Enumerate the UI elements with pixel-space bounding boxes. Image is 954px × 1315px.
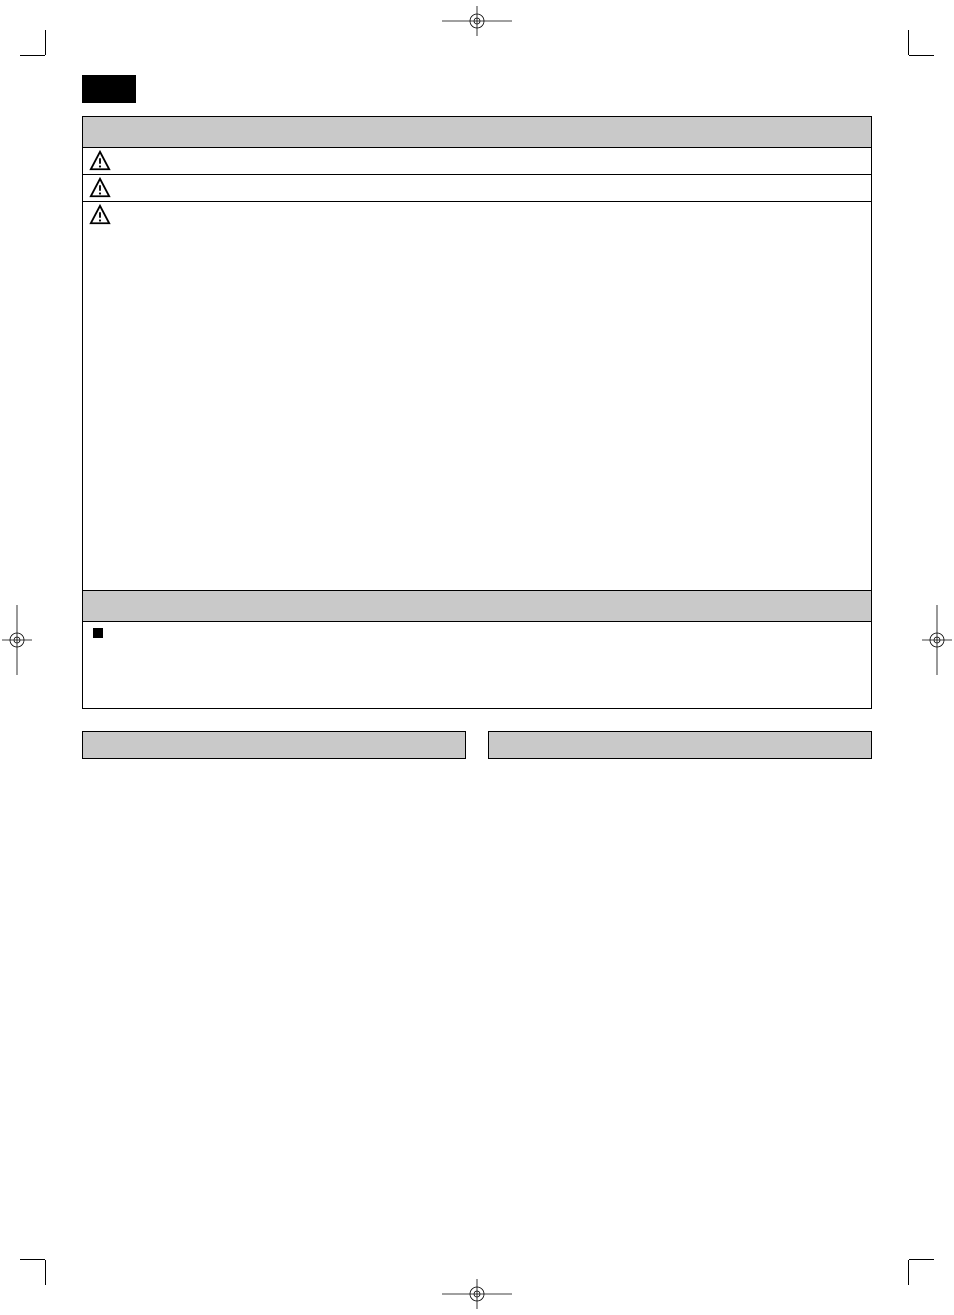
column-body <box>488 759 872 781</box>
section-heading <box>83 591 871 622</box>
crop-mark <box>45 1260 46 1285</box>
crop-mark <box>908 1260 909 1285</box>
column-heading <box>82 731 466 759</box>
registration-mark-icon <box>442 6 512 36</box>
crop-mark <box>909 55 934 56</box>
page-tab <box>82 75 136 103</box>
column-body <box>82 759 466 781</box>
registration-mark-icon <box>922 605 952 675</box>
warning-box <box>82 116 872 709</box>
note-row <box>83 622 871 708</box>
crop-mark <box>908 30 909 55</box>
crop-mark <box>20 55 45 56</box>
crop-mark <box>45 30 46 55</box>
warning-row <box>83 148 871 175</box>
warning-triangle-icon <box>89 150 111 172</box>
column-heading <box>488 731 872 759</box>
page-content <box>82 75 872 781</box>
warning-triangle-icon <box>89 204 111 226</box>
square-bullet-icon <box>93 628 103 638</box>
left-column <box>82 731 466 781</box>
warning-triangle-icon <box>89 177 111 199</box>
registration-mark-icon <box>2 605 32 675</box>
registration-mark-icon <box>442 1279 512 1309</box>
right-column <box>488 731 872 781</box>
section-heading <box>83 117 871 148</box>
print-sheet <box>0 0 954 1315</box>
two-column-area <box>82 731 872 781</box>
warning-row <box>83 202 871 591</box>
warning-row <box>83 175 871 202</box>
crop-mark <box>20 1259 45 1260</box>
crop-mark <box>909 1259 934 1260</box>
